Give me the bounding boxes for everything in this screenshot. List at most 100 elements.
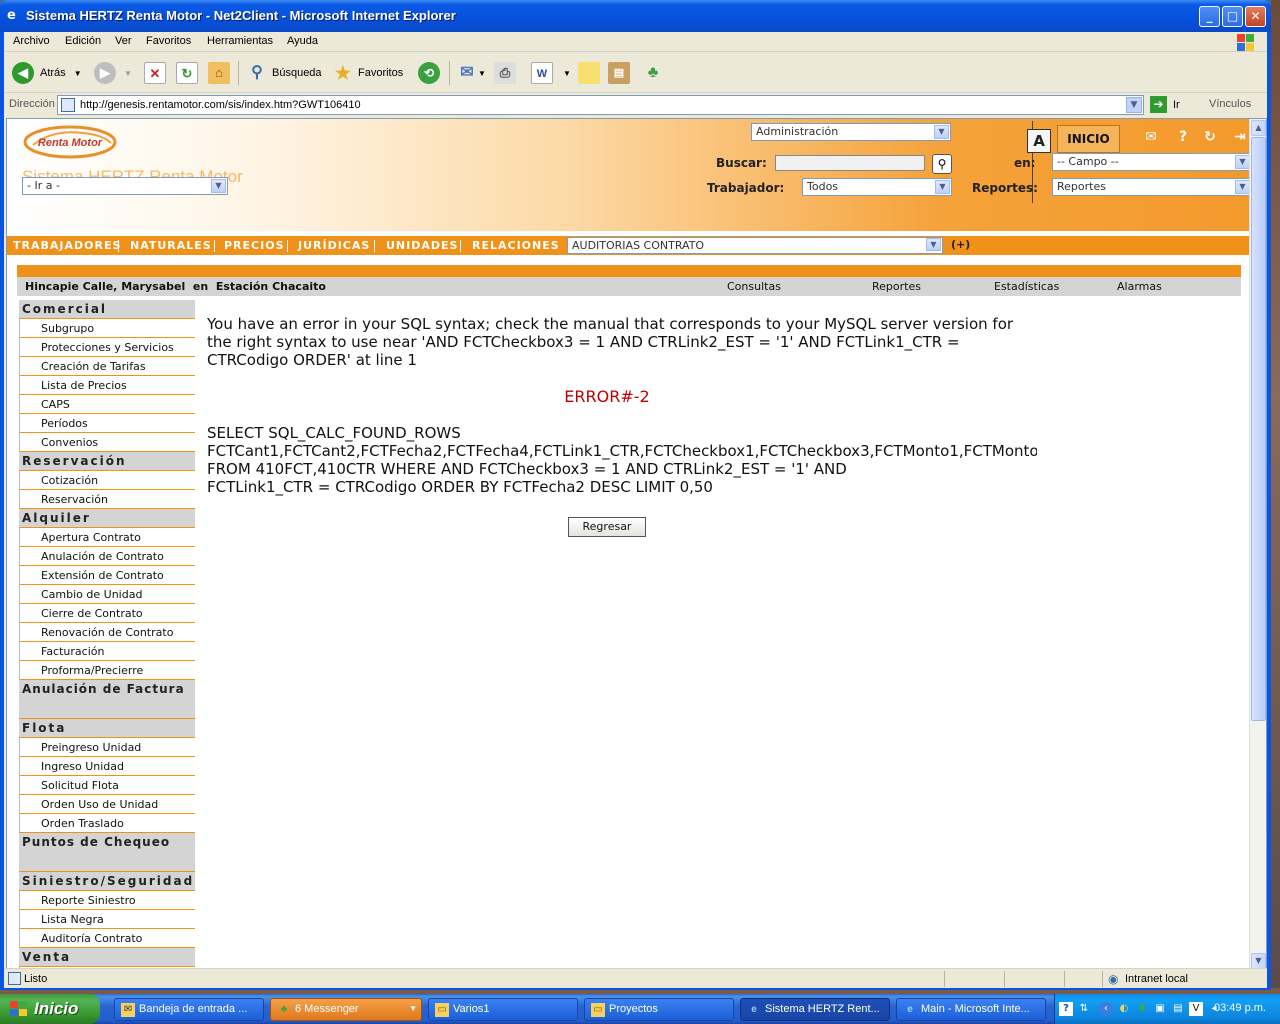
search-input[interactable] — [775, 155, 925, 171]
discuss-button[interactable] — [578, 60, 600, 86]
favorites-button[interactable]: ★ Favoritos — [332, 60, 403, 86]
scroll-thumb[interactable] — [1251, 137, 1266, 721]
nav-naturales[interactable]: NATURALES — [130, 239, 212, 252]
sidebar-item[interactable]: Solicitud Flota — [19, 776, 195, 795]
vertical-scrollbar[interactable]: ▲ ▼ — [1249, 119, 1266, 969]
chevron-down-icon[interactable]: ▼ — [1126, 97, 1142, 113]
sidebar-item[interactable]: Apertura Contrato — [19, 528, 195, 547]
sidebar-item[interactable]: Orden Uso de Unidad — [19, 795, 195, 814]
device-icon[interactable]: ▤ — [1171, 1002, 1185, 1016]
sidebar-item[interactable]: Períodos — [19, 414, 195, 433]
nav-relaciones[interactable]: RELACIONES — [472, 239, 560, 252]
history-button[interactable]: ⟲ — [418, 60, 440, 86]
menu-favoritos[interactable]: Favoritos — [146, 35, 191, 47]
start-button[interactable]: Inicio — [0, 994, 100, 1024]
sidebar-item[interactable]: Proforma/Precierre — [19, 661, 195, 680]
menu-herramientas[interactable]: Herramientas — [207, 35, 273, 47]
messenger-tray-icon[interactable]: ♣ — [1135, 1002, 1149, 1016]
antivirus-icon[interactable]: V — [1189, 1002, 1203, 1016]
sidebar-item[interactable]: Auditoría Contrato — [19, 929, 195, 948]
scroll-down-icon[interactable]: ▼ — [1251, 953, 1266, 969]
sidebar-item[interactable]: Ingreso Unidad — [19, 757, 195, 776]
task-ie-hertz[interactable]: e Sistema HERTZ Rent... — [740, 998, 890, 1021]
help-icon[interactable]: ? — [1059, 1002, 1073, 1016]
sidebar-item[interactable]: Anulación de Contrato — [19, 547, 195, 566]
help-icon[interactable]: ? — [1174, 128, 1192, 146]
mail-button[interactable]: ✉ ▼ — [456, 60, 486, 86]
network-icon[interactable]: ▣ — [1153, 1002, 1167, 1016]
sidebar-item[interactable]: CAPS — [19, 395, 195, 414]
sidebar-section[interactable]: Puntos de Chequeo — [19, 833, 195, 872]
search-button[interactable]: ⚲ — [932, 154, 952, 174]
print-button[interactable]: ⎙ — [494, 60, 516, 86]
sidebar-item[interactable]: Lista Negra — [19, 910, 195, 929]
sidebar-item[interactable]: Renovación de Contrato — [19, 623, 195, 642]
refresh-button[interactable]: ↻ — [176, 60, 198, 86]
admin-select[interactable]: Administración ▼ — [751, 123, 951, 141]
sidebar-item[interactable]: Convenios — [19, 433, 195, 452]
nav-trabajadores[interactable]: TRABAJADORES — [13, 239, 121, 252]
sidebar-section[interactable]: Anulación de Factura — [19, 680, 195, 719]
task-folder-proyectos[interactable]: ▭ Proyectos — [584, 998, 734, 1021]
menu-edicion[interactable]: Edición — [65, 35, 101, 47]
back-regresar-button[interactable]: Regresar — [568, 517, 646, 537]
home-button[interactable]: ⌂ — [208, 60, 230, 86]
sidebar-item[interactable]: Cambio de Unidad — [19, 585, 195, 604]
field-select[interactable]: -- Campo -- ▼ — [1052, 153, 1252, 171]
maximize-button[interactable]: □ — [1222, 6, 1243, 27]
sidebar-item[interactable]: Subgrupo — [19, 319, 195, 338]
nav-more-link[interactable]: (+) — [951, 238, 970, 251]
nav-select[interactable]: AUDITORIAS CONTRATO ▼ — [567, 237, 943, 254]
back-button[interactable]: ◀ Atrás ▼ — [12, 60, 82, 86]
menu-reportes[interactable]: Reportes — [872, 280, 921, 293]
scroll-up-icon[interactable]: ▲ — [1251, 120, 1266, 136]
go-button[interactable]: ➔ Ir — [1150, 96, 1180, 113]
address-input[interactable]: http://genesis.rentamotor.com/sis/index.… — [57, 95, 1144, 115]
minimize-button[interactable]: _ — [1199, 6, 1220, 27]
title-bar[interactable]: e Sistema HERTZ Renta Motor - Net2Client… — [0, 0, 1271, 32]
stop-button[interactable]: ✕ — [144, 60, 166, 86]
task-outlook[interactable]: ✉ Bandeja de entrada ... — [114, 998, 264, 1021]
tray-app-icon[interactable]: ◐ — [1117, 1002, 1131, 1016]
menu-ayuda[interactable]: Ayuda — [287, 35, 318, 47]
search-button[interactable]: ⚲ Búsqueda — [246, 60, 321, 86]
collapse-icon[interactable]: ‹ — [1099, 1002, 1113, 1016]
refresh-icon[interactable]: ↻ — [1201, 128, 1219, 146]
messenger-button[interactable]: ♣ — [642, 60, 664, 86]
menu-consultas[interactable]: Consultas — [727, 280, 781, 293]
sidebar-item[interactable]: Protecciones y Servicios — [19, 338, 195, 357]
research-button[interactable]: ▤ — [608, 60, 630, 86]
task-ie-main[interactable]: e Main - Microsoft Inte... — [896, 998, 1046, 1021]
goto-select[interactable]: - Ir a - ▼ — [22, 177, 228, 195]
sidebar-item[interactable]: Lista de Precios — [19, 376, 195, 395]
sidebar-item[interactable]: Reporte Siniestro — [19, 891, 195, 910]
task-folder-varios[interactable]: ▭ Varios1 — [428, 998, 578, 1021]
sidebar-item[interactable]: Extensión de Contrato — [19, 566, 195, 585]
sidebar-item[interactable]: Orden Traslado — [19, 814, 195, 833]
menu-alarmas[interactable]: Alarmas — [1117, 280, 1162, 293]
nav-unidades[interactable]: UNIDADES — [386, 239, 458, 252]
nav-precios[interactable]: PRECIOS — [224, 239, 285, 252]
forward-button[interactable]: ▶ ▼ — [94, 60, 132, 86]
language-icon[interactable]: ⇅ — [1077, 1002, 1091, 1016]
reports-select[interactable]: Reportes ▼ — [1052, 178, 1252, 196]
links-toolbar[interactable]: Vínculos — [1209, 98, 1251, 110]
close-button[interactable]: ✕ — [1245, 6, 1266, 27]
sidebar-item[interactable]: Cotización — [19, 471, 195, 490]
mail-icon[interactable]: ✉ — [1142, 128, 1160, 146]
menu-estadisticas[interactable]: Estadísticas — [994, 280, 1059, 293]
sidebar-item[interactable]: Preingreso Unidad — [19, 738, 195, 757]
menu-archivo[interactable]: Archivo — [13, 35, 50, 47]
home-inicio-button[interactable]: INICIO — [1057, 125, 1120, 153]
exit-icon[interactable]: ⇥ — [1231, 128, 1249, 146]
nav-juridicas[interactable]: JURÍDICAS — [298, 239, 370, 252]
sidebar-item[interactable]: Cierre de Contrato — [19, 604, 195, 623]
sidebar-item[interactable]: Facturación — [19, 642, 195, 661]
font-size-button[interactable]: A — [1027, 129, 1051, 153]
task-messenger[interactable]: ♣ 6 Messenger ▼ — [270, 998, 422, 1021]
sidebar-item[interactable]: Creación de Tarifas — [19, 357, 195, 376]
menu-ver[interactable]: Ver — [115, 35, 132, 47]
sidebar-item[interactable]: Reservación — [19, 490, 195, 509]
worker-select[interactable]: Todos ▼ — [802, 178, 952, 196]
edit-button[interactable]: W ▼ — [531, 60, 571, 86]
